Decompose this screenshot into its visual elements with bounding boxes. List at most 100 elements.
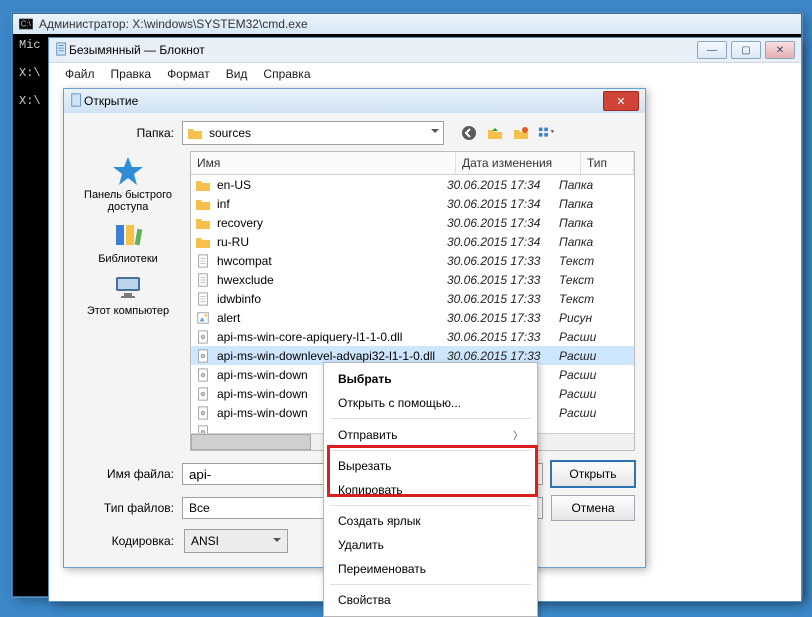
open-button[interactable]: Открыть: [551, 461, 635, 487]
list-item[interactable]: inf 30.06.2015 17:34Папка: [191, 194, 634, 213]
dll-icon: [195, 425, 211, 434]
file-icon: [195, 292, 211, 306]
list-item[interactable]: api-ms-win-core-apiquery-l1-1-0.dll 30.06…: [191, 327, 634, 346]
item-name: hwcompat: [217, 254, 272, 268]
col-date[interactable]: Дата изменения: [456, 152, 581, 174]
context-menu: ВыбратьОткрыть с помощью... Отправить〉 Выр…: [323, 362, 538, 617]
item-type: Расши: [559, 330, 634, 344]
nav-view-icon[interactable]: [538, 124, 556, 142]
encoding-select[interactable]: ANSI: [184, 529, 288, 553]
place-libraries[interactable]: Библиотеки: [98, 219, 158, 265]
nav-newfolder-icon[interactable]: [512, 124, 530, 142]
file-icon: [195, 254, 211, 268]
folder-icon: [195, 235, 211, 249]
context-item[interactable]: Выбрать: [324, 367, 537, 391]
item-name: recovery: [217, 216, 263, 230]
list-item[interactable]: alert30.06.2015 17:33Рисун: [191, 308, 634, 327]
encoding-label: Кодировка:: [74, 534, 174, 548]
menu-edit[interactable]: Правка: [105, 65, 158, 83]
item-name: hwexclude: [217, 273, 274, 287]
list-item[interactable]: recovery 30.06.2015 17:34Папка: [191, 213, 634, 232]
dll-icon: [195, 387, 211, 401]
notepad-titlebar[interactable]: Безымянный — Блокнот — ▢ ✕: [49, 38, 801, 63]
col-name[interactable]: Имя: [191, 152, 456, 174]
dll-icon: [195, 349, 211, 363]
list-item[interactable]: hwexclude 30.06.2015 17:33Текст: [191, 270, 634, 289]
dialog-close-button[interactable]: ✕: [603, 91, 639, 111]
context-item[interactable]: Создать ярлык: [324, 509, 537, 533]
nav-up-icon[interactable]: [486, 124, 504, 142]
list-item[interactable]: idwbinfo30.06.2015 17:33Текст: [191, 289, 634, 308]
item-type: Папка: [559, 216, 634, 230]
file-icon: [195, 273, 211, 287]
minimize-button[interactable]: —: [697, 41, 727, 59]
list-item[interactable]: hwcompat30.06.2015 17:33Текст: [191, 251, 634, 270]
place-quickaccess[interactable]: Панель быстрого доступа: [74, 155, 182, 213]
menu-help[interactable]: Справка: [257, 65, 316, 83]
dll-icon: [195, 368, 211, 382]
context-item[interactable]: Вырезать: [324, 454, 537, 478]
folder-icon: [195, 216, 211, 230]
item-date: 30.06.2015 17:34: [447, 235, 559, 249]
cmd-title-text: Администратор: X:\windows\SYSTEM32\cmd.e…: [39, 17, 308, 31]
item-type: Текст: [559, 273, 634, 287]
notepad-menubar: Файл Правка Формат Вид Справка: [49, 63, 801, 85]
folder-label: Папка:: [74, 126, 174, 140]
cmd-titlebar[interactable]: C:\ Администратор: X:\windows\SYSTEM32\c…: [13, 14, 801, 34]
filetype-label: Тип файлов:: [74, 501, 174, 515]
folder-icon: [195, 178, 211, 192]
item-type: Текст: [559, 254, 634, 268]
svg-text:C:\: C:\: [21, 20, 32, 29]
menu-view[interactable]: Вид: [220, 65, 254, 83]
folder-combo[interactable]: sources: [182, 121, 444, 145]
places-bar: Панель быстрого доступа Библиотеки Этот …: [74, 151, 182, 451]
dialog-title-text: Открытие: [84, 94, 138, 108]
column-headers[interactable]: Имя Дата изменения Тип: [191, 152, 634, 175]
cancel-button[interactable]: Отмена: [551, 495, 635, 521]
filename-label: Имя файла:: [74, 467, 174, 481]
item-date: 30.06.2015 17:33: [447, 330, 559, 344]
item-date: 30.06.2015 17:34: [447, 197, 559, 211]
dialog-titlebar[interactable]: Открытие ✕: [64, 89, 645, 113]
place-thispc[interactable]: Этот компьютер: [87, 271, 169, 317]
submenu-arrow-icon: 〉: [513, 427, 523, 442]
item-type: Текст: [559, 292, 634, 306]
item-name: api-ms-win-down: [217, 368, 308, 382]
menu-format[interactable]: Формат: [161, 65, 216, 83]
context-item[interactable]: Отправить〉: [324, 422, 537, 447]
item-date: 30.06.2015 17:33: [447, 273, 559, 287]
item-name: ru-RU: [217, 235, 249, 249]
img-icon: [195, 311, 211, 325]
item-type: Расши: [559, 349, 634, 363]
list-item[interactable]: ru-RU 30.06.2015 17:34Папка: [191, 232, 634, 251]
item-type: Расши: [559, 368, 634, 382]
menu-file[interactable]: Файл: [59, 65, 101, 83]
scrollbar-thumb[interactable]: [191, 434, 311, 450]
context-item[interactable]: Удалить: [324, 533, 537, 557]
list-item[interactable]: en-US 30.06.2015 17:34Папка: [191, 175, 634, 194]
item-date: 30.06.2015 17:34: [447, 178, 559, 192]
dll-icon: [195, 330, 211, 344]
context-item[interactable]: Копировать: [324, 478, 537, 502]
col-type[interactable]: Тип: [581, 152, 634, 174]
item-date: 30.06.2015 17:33: [447, 292, 559, 306]
dialog-icon: [70, 93, 84, 110]
maximize-button[interactable]: ▢: [731, 41, 761, 59]
item-type: Папка: [559, 178, 634, 192]
item-name: inf: [217, 197, 230, 211]
item-name: api-ms-win-core-apiquery-l1-1-0.dll: [217, 330, 402, 344]
item-type: Расши: [559, 387, 634, 401]
cmd-icon: C:\: [19, 17, 33, 31]
item-date: 30.06.2015 17:33: [447, 311, 559, 325]
item-name: api-ms-win-downlevel-advapi32-l1-1-0.dll: [217, 349, 435, 363]
context-item[interactable]: Открыть с помощью...: [324, 391, 537, 415]
item-type: Папка: [559, 197, 634, 211]
item-type: Папка: [559, 235, 634, 249]
item-date: 30.06.2015 17:34: [447, 216, 559, 230]
context-item[interactable]: Свойства: [324, 588, 537, 612]
nav-back-icon[interactable]: [460, 124, 478, 142]
context-item[interactable]: Переименовать: [324, 557, 537, 581]
item-name: en-US: [217, 178, 251, 192]
item-name: alert: [217, 311, 240, 325]
close-button[interactable]: ✕: [765, 41, 795, 59]
